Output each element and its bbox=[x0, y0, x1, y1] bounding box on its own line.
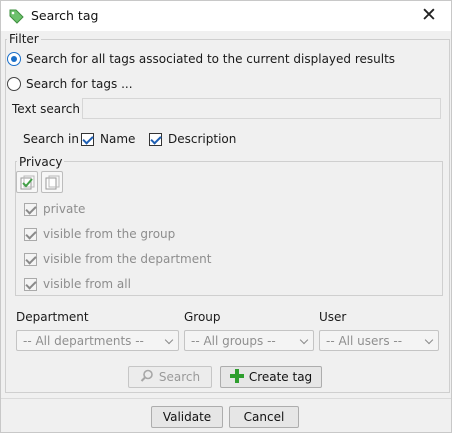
radio-search-tags[interactable]: Search for tags ... bbox=[7, 77, 133, 91]
search-button[interactable]: Search bbox=[128, 366, 212, 388]
create-tag-button[interactable]: Create tag bbox=[220, 366, 322, 388]
select-all-icon bbox=[20, 175, 35, 190]
name-checkbox[interactable] bbox=[81, 132, 94, 146]
visible-group-checkbox[interactable] bbox=[24, 227, 37, 241]
tag-icon bbox=[8, 8, 24, 24]
user-label: User bbox=[319, 310, 347, 324]
search-button-label: Search bbox=[158, 370, 201, 384]
search-icon bbox=[140, 369, 154, 386]
department-select[interactable]: -- All departments -- bbox=[16, 330, 179, 351]
search-in-description[interactable]: Description bbox=[149, 132, 236, 146]
close-icon[interactable]: ✕ bbox=[421, 4, 437, 26]
chevron-down-icon bbox=[424, 335, 434, 345]
visible-all-checkbox[interactable] bbox=[24, 277, 37, 291]
user-select-value: -- All users -- bbox=[326, 334, 403, 348]
privacy-option-department[interactable]: visible from the department bbox=[24, 252, 211, 266]
radio-all-tags[interactable]: Search for all tags associated to the cu… bbox=[7, 52, 395, 66]
radio-all-tags-button[interactable] bbox=[7, 52, 21, 66]
cancel-button-label: Cancel bbox=[243, 410, 285, 424]
privacy-option-group[interactable]: visible from the group bbox=[24, 227, 175, 241]
private-label: private bbox=[43, 202, 86, 216]
visible-department-label: visible from the department bbox=[43, 252, 212, 266]
validate-button-label: Validate bbox=[162, 410, 212, 424]
privacy-option-all[interactable]: visible from all bbox=[24, 277, 131, 291]
radio-search-tags-label[interactable]: Search for tags ... bbox=[26, 77, 133, 91]
title-bar: Search tag ✕ bbox=[1, 1, 451, 31]
chevron-down-icon bbox=[164, 335, 174, 345]
deselect-all-icon bbox=[45, 175, 60, 190]
visible-all-label: visible from all bbox=[43, 277, 131, 291]
chevron-down-icon bbox=[299, 335, 309, 345]
radio-all-tags-label[interactable]: Search for all tags associated to the cu… bbox=[26, 52, 395, 66]
visible-group-label: visible from the group bbox=[43, 227, 176, 241]
dialog-title: Search tag bbox=[31, 8, 99, 23]
description-checkbox-label[interactable]: Description bbox=[168, 132, 236, 146]
cancel-button[interactable]: Cancel bbox=[229, 406, 299, 428]
text-search-input[interactable] bbox=[82, 98, 441, 119]
group-label: Group bbox=[184, 310, 221, 324]
department-select-value: -- All departments -- bbox=[23, 334, 144, 348]
department-label: Department bbox=[16, 310, 89, 324]
group-select[interactable]: -- All groups -- bbox=[184, 330, 314, 351]
text-search-label: Text search bbox=[12, 102, 80, 116]
footer-divider bbox=[1, 398, 451, 399]
name-checkbox-label[interactable]: Name bbox=[100, 132, 135, 146]
plus-icon bbox=[229, 368, 244, 386]
select-all-button[interactable] bbox=[16, 171, 38, 193]
private-checkbox[interactable] bbox=[24, 202, 37, 216]
group-select-value: -- All groups -- bbox=[191, 334, 276, 348]
search-in-label: Search in bbox=[23, 132, 79, 146]
user-select[interactable]: -- All users -- bbox=[319, 330, 439, 351]
search-tag-dialog: Search tag ✕ Filter Search for all tags … bbox=[0, 0, 452, 433]
privacy-legend: Privacy bbox=[17, 155, 65, 169]
visible-department-checkbox[interactable] bbox=[24, 252, 37, 266]
validate-button[interactable]: Validate bbox=[151, 406, 223, 428]
description-checkbox[interactable] bbox=[149, 132, 162, 146]
close-button[interactable]: ✕ bbox=[417, 4, 441, 28]
create-tag-button-label: Create tag bbox=[248, 370, 313, 384]
filter-legend: Filter bbox=[7, 32, 41, 46]
privacy-option-private[interactable]: private bbox=[24, 202, 85, 216]
search-in-name[interactable]: Name bbox=[81, 132, 135, 146]
radio-search-tags-button[interactable] bbox=[7, 77, 21, 91]
deselect-all-button[interactable] bbox=[41, 171, 63, 193]
